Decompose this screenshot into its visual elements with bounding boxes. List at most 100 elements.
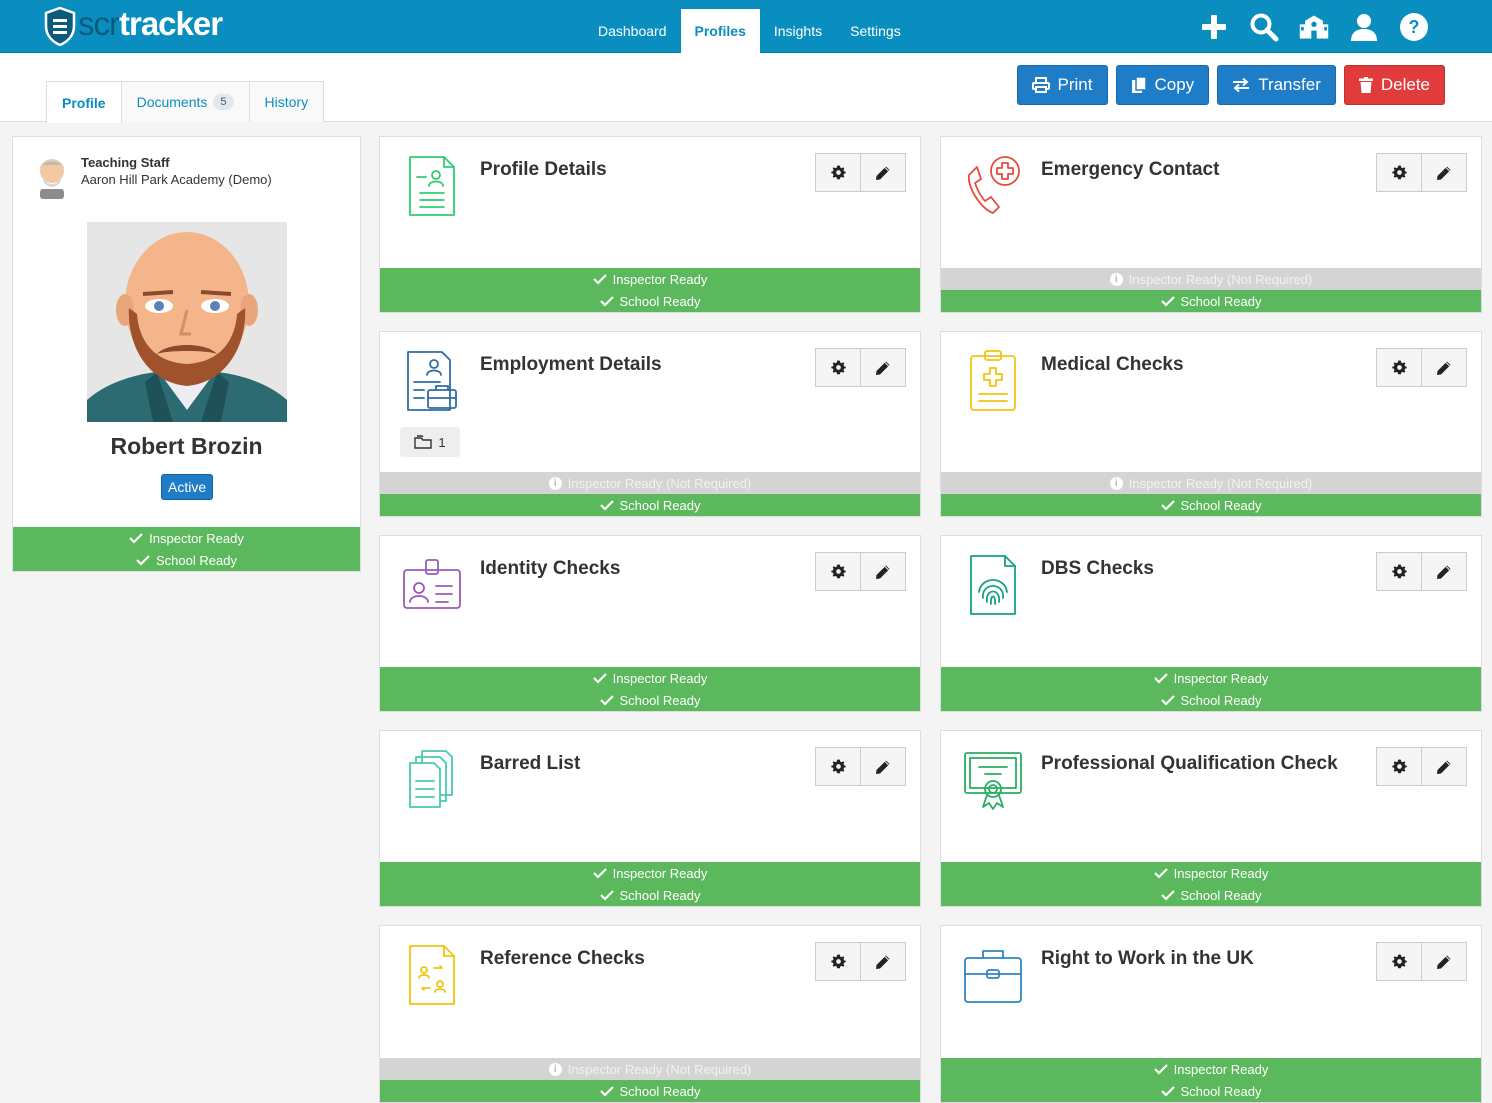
- tab-history[interactable]: History: [248, 81, 325, 122]
- app-logo[interactable]: scrtracker: [44, 5, 223, 46]
- card-title: Emergency Contact: [1041, 159, 1220, 180]
- tab-documents[interactable]: Documents 5: [120, 81, 250, 122]
- check-icon: [1160, 296, 1175, 307]
- settings-button[interactable]: [815, 153, 861, 192]
- copy-icon: [1131, 76, 1147, 93]
- edit-button[interactable]: [860, 942, 906, 981]
- employment-document-icon: [407, 351, 457, 411]
- card-title: Reference Checks: [480, 948, 645, 969]
- profile-subheader: Profile Documents 5 History Print Copy Tr…: [0, 53, 1492, 123]
- school-ready-strip: School Ready: [380, 689, 920, 711]
- edit-button[interactable]: [860, 153, 906, 192]
- edit-button[interactable]: [1421, 942, 1467, 981]
- card-buttons: [1376, 747, 1467, 786]
- inspector-ready-strip: Inspector Ready: [941, 1058, 1481, 1080]
- pencil-icon: [1437, 760, 1451, 774]
- gear-icon: [830, 165, 846, 180]
- section-card-identity-checks[interactable]: Identity Checks Inspector Ready School Rea…: [379, 535, 921, 712]
- inspector-not-required-label: Inspector Ready (Not Required): [1128, 475, 1313, 491]
- section-card-profile-details[interactable]: Profile Details Inspector Ready School Rea…: [379, 136, 921, 313]
- reference-document-icon: [409, 945, 455, 1005]
- gear-icon: [1391, 165, 1407, 180]
- check-icon: [1153, 868, 1168, 879]
- card-title: Professional Qualification Check: [1041, 753, 1338, 774]
- profile-school: Aaron Hill Park Academy (Demo): [81, 172, 272, 187]
- edit-button[interactable]: [1421, 153, 1467, 192]
- school-ready-label: School Ready: [1180, 293, 1262, 309]
- edit-button[interactable]: [1421, 747, 1467, 786]
- section-card-right-to-work-in-the-uk[interactable]: Right to Work in the UK Inspector Ready Sc…: [940, 925, 1482, 1103]
- check-icon: [599, 1086, 614, 1097]
- section-card-employment-details[interactable]: Employment Details 1 i Inspector Ready (Not…: [379, 331, 921, 517]
- small-avatar-icon: [40, 159, 64, 199]
- section-card-medical-checks[interactable]: Medical Checks i Inspector Ready (Not Requ…: [940, 331, 1482, 517]
- delete-button[interactable]: Delete: [1343, 65, 1445, 105]
- edit-button[interactable]: [860, 348, 906, 387]
- profile-avatar: [87, 222, 287, 422]
- plus-icon[interactable]: [1198, 11, 1230, 43]
- card-title: Right to Work in the UK: [1041, 948, 1254, 969]
- section-card-barred-list[interactable]: Barred List Inspector Ready School Ready: [379, 730, 921, 907]
- edit-button[interactable]: [1421, 552, 1467, 591]
- settings-button[interactable]: [1376, 747, 1422, 786]
- inspector-ready-strip: Inspector Ready: [941, 862, 1481, 884]
- card-buttons: [815, 153, 906, 192]
- card-buttons: [1376, 552, 1467, 591]
- copy-label: Copy: [1154, 75, 1195, 94]
- transfer-button[interactable]: Transfer: [1217, 65, 1336, 105]
- check-icon: [592, 673, 607, 684]
- settings-button[interactable]: [815, 747, 861, 786]
- profile-role: Teaching Staff: [81, 155, 170, 170]
- gear-icon: [1391, 564, 1407, 579]
- school-ready-label: School Ready: [619, 692, 701, 708]
- tab-label: Profile: [62, 94, 106, 111]
- copy-button[interactable]: Copy: [1115, 65, 1210, 105]
- tab-profile[interactable]: Profile: [46, 81, 122, 123]
- pencil-icon: [876, 955, 890, 969]
- pencil-icon: [1437, 955, 1451, 969]
- nav-profiles[interactable]: Profiles: [680, 9, 760, 53]
- info-icon: i: [548, 476, 562, 490]
- certificate-icon: [964, 752, 1022, 810]
- section-card-professional-qualification-check[interactable]: Professional Qualification Check Inspecto…: [940, 730, 1482, 907]
- settings-button[interactable]: [1376, 552, 1422, 591]
- user-icon[interactable]: [1348, 11, 1380, 43]
- settings-button[interactable]: [1376, 153, 1422, 192]
- settings-button[interactable]: [1376, 348, 1422, 387]
- gear-icon: [1391, 954, 1407, 969]
- edit-button[interactable]: [1421, 348, 1467, 387]
- print-label: Print: [1057, 75, 1093, 94]
- tab-label: History: [264, 94, 309, 110]
- nav-settings[interactable]: Settings: [836, 9, 915, 53]
- section-card-reference-checks[interactable]: Reference Checks i Inspector Ready (Not Re…: [379, 925, 921, 1103]
- nav-insights[interactable]: Insights: [760, 9, 836, 53]
- section-card-dbs-checks[interactable]: DBS Checks Inspector Ready School Ready: [940, 535, 1482, 712]
- check-icon: [1160, 500, 1175, 511]
- card-buttons: [815, 942, 906, 981]
- settings-button[interactable]: [815, 552, 861, 591]
- school-ready-label: School Ready: [1180, 887, 1262, 903]
- inspector-not-required-strip: i Inspector Ready (Not Required): [380, 472, 920, 494]
- school-ready-strip: School Ready: [13, 549, 360, 571]
- edit-button[interactable]: [860, 747, 906, 786]
- search-icon[interactable]: [1248, 11, 1280, 43]
- print-button[interactable]: Print: [1016, 65, 1108, 105]
- settings-button[interactable]: [1376, 942, 1422, 981]
- gear-icon: [1391, 759, 1407, 774]
- inspector-ready-strip: Inspector Ready: [380, 862, 920, 884]
- school-ready-label: School Ready: [1180, 497, 1262, 513]
- school-icon[interactable]: [1298, 11, 1330, 43]
- delete-label: Delete: [1380, 75, 1430, 94]
- inspector-not-required-label: Inspector Ready (Not Required): [1128, 271, 1313, 287]
- school-ready-label: School Ready: [1180, 692, 1262, 708]
- school-ready-label: School Ready: [619, 293, 701, 309]
- help-icon[interactable]: ?: [1398, 11, 1430, 43]
- document-count-badge[interactable]: 1: [400, 427, 460, 457]
- nav-dashboard[interactable]: Dashboard: [584, 9, 681, 53]
- settings-button[interactable]: [815, 348, 861, 387]
- school-ready-label: School Ready: [619, 1083, 701, 1099]
- section-card-emergency-contact[interactable]: Emergency Contact i Inspector Ready (Not R…: [940, 136, 1482, 313]
- check-icon: [129, 533, 143, 544]
- edit-button[interactable]: [860, 552, 906, 591]
- settings-button[interactable]: [815, 942, 861, 981]
